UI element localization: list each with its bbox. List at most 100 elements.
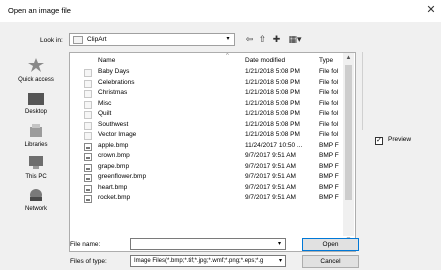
image-file-icon [84, 153, 92, 161]
file-type: File fol [319, 89, 339, 96]
file-type: BMP F [319, 141, 339, 149]
file-list[interactable]: ^ Name Date modified Type Baby Days 1/21… [69, 52, 356, 252]
file-type: BMP F [319, 152, 339, 159]
folder-icon [84, 111, 92, 119]
files-of-type-value: Image Files(*.bmp;*.tif;*.jpg;*.wmf;*.pn… [134, 258, 264, 264]
file-type: BMP F [319, 173, 339, 180]
views-menu-icon[interactable]: ▦▾ [286, 33, 304, 46]
place-label: Libraries [24, 142, 48, 148]
file-type: BMP F [319, 183, 339, 191]
file-type: File fol [319, 131, 339, 138]
list-item[interactable]: rocket.bmp 9/7/2017 9:51 AM BMP F [70, 194, 345, 205]
place-this-pc[interactable]: This PC [10, 156, 62, 190]
list-item[interactable]: Celebrations 1/21/2018 5:08 PM File fol [70, 79, 345, 90]
preview-pane [362, 52, 440, 130]
file-name: Christmas [98, 89, 128, 96]
new-folder-icon[interactable]: ✚ [271, 33, 282, 46]
list-item[interactable]: Misc 1/21/2018 5:08 PM File fol [70, 100, 345, 111]
open-button[interactable]: Open [302, 238, 359, 251]
vertical-scroll-thumb[interactable] [345, 65, 352, 200]
file-name: Vector Image [98, 131, 137, 138]
list-item[interactable]: crown.bmp 9/7/2017 9:51 AM BMP F [70, 152, 345, 163]
chevron-down-icon[interactable]: ▾ [274, 239, 285, 249]
chevron-down-icon[interactable]: ▾ [275, 256, 285, 266]
file-date: 9/7/2017 9:51 AM [245, 162, 296, 170]
file-name: Misc [98, 99, 112, 107]
image-file-icon [84, 163, 92, 172]
file-type: BMP F [319, 194, 339, 201]
file-type: File fol [319, 68, 339, 75]
star-icon [28, 58, 44, 72]
back-icon[interactable]: ⇦ [244, 33, 255, 46]
file-name: grape.bmp [98, 162, 130, 170]
file-type: BMP F [319, 162, 339, 170]
files-of-type-label: Files of type: [70, 258, 107, 265]
folder-icon [84, 79, 92, 88]
file-date: 9/7/2017 9:51 AM [245, 152, 296, 159]
file-date: 1/21/2018 5:08 PM [245, 110, 300, 117]
list-item[interactable]: Vector Image 1/21/2018 5:08 PM File fol [70, 131, 345, 142]
folder-icon [84, 132, 92, 140]
file-name: crown.bmp [98, 152, 130, 159]
column-header-name[interactable]: Name [98, 57, 115, 64]
column-header-date[interactable]: Date modified [245, 57, 285, 64]
file-date: 9/7/2017 9:51 AM [245, 173, 296, 180]
preview-label: Preview [388, 136, 412, 143]
place-label: This PC [25, 174, 47, 180]
window-title: Open an image file [8, 6, 71, 15]
libraries-icon [30, 124, 42, 137]
folder-icon [84, 90, 92, 98]
look-in-dropdown[interactable]: ClipArt ▾ [69, 33, 235, 46]
files-of-type-dropdown[interactable]: Image Files(*.bmp;*.tif;*.jpg;*.wmf;*.pn… [130, 255, 286, 267]
file-date: 1/21/2018 5:08 PM [245, 89, 300, 96]
column-header-type[interactable]: Type [319, 57, 333, 64]
place-quick-access[interactable]: Quick access [10, 58, 62, 92]
file-type: File fol [319, 78, 339, 86]
list-item[interactable]: Southwest 1/21/2018 5:08 PM File fol [70, 121, 345, 132]
scroll-up-icon[interactable]: ▲ [343, 53, 354, 63]
place-desktop[interactable]: Desktop [10, 92, 62, 126]
place-network[interactable]: Network [10, 188, 62, 222]
file-date: 11/24/2017 10:50 ... [245, 141, 303, 149]
file-type: File fol [319, 99, 339, 107]
list-item[interactable]: apple.bmp 11/24/2017 10:50 ... BMP F [70, 142, 345, 153]
file-date: 1/21/2018 5:08 PM [245, 78, 300, 86]
file-name: Baby Days [98, 68, 130, 75]
sort-indicator-icon: ^ [226, 53, 229, 59]
place-libraries[interactable]: Libraries [10, 124, 62, 158]
folder-icon [84, 69, 92, 77]
file-date: 1/21/2018 5:08 PM [245, 99, 300, 107]
list-item[interactable]: Quilt 1/21/2018 5:08 PM File fol [70, 110, 345, 121]
list-item[interactable]: Christmas 1/21/2018 5:08 PM File fol [70, 89, 345, 100]
folder-icon [84, 121, 92, 130]
cancel-button[interactable]: Cancel [302, 255, 359, 268]
file-date: 9/7/2017 9:51 AM [245, 183, 296, 191]
image-file-icon [84, 195, 92, 203]
file-date: 1/21/2018 5:08 PM [245, 131, 300, 138]
folder-icon [84, 100, 92, 109]
list-item[interactable]: grape.bmp 9/7/2017 9:51 AM BMP F [70, 163, 345, 174]
look-in-label: Look in: [40, 37, 63, 44]
image-file-icon [84, 184, 92, 193]
list-item[interactable]: greenflower.bmp 9/7/2017 9:51 AM BMP F [70, 173, 345, 184]
folder-icon [73, 36, 83, 44]
preview-checkbox[interactable]: ✓ [375, 137, 383, 145]
file-name: rocket.bmp [98, 194, 131, 201]
file-date: 1/21/2018 5:08 PM [245, 68, 300, 75]
file-name-input[interactable] [130, 238, 286, 250]
close-icon[interactable]: ✕ [424, 3, 438, 17]
file-name: heart.bmp [98, 183, 128, 191]
network-icon [30, 189, 42, 201]
place-label: Desktop [24, 109, 47, 115]
computer-icon [29, 156, 43, 169]
file-date: 9/7/2017 9:51 AM [245, 194, 296, 201]
image-file-icon [84, 174, 92, 182]
file-name: Quilt [98, 110, 112, 117]
file-name-label: File name: [70, 241, 101, 248]
up-folder-icon[interactable]: ⇧ [257, 33, 268, 46]
chevron-down-icon[interactable]: ▾ [222, 34, 234, 45]
file-type: File fol [319, 120, 339, 128]
list-item[interactable]: heart.bmp 9/7/2017 9:51 AM BMP F [70, 184, 345, 195]
place-label: Quick access [18, 77, 54, 83]
list-item[interactable]: Baby Days 1/21/2018 5:08 PM File fol [70, 68, 345, 79]
